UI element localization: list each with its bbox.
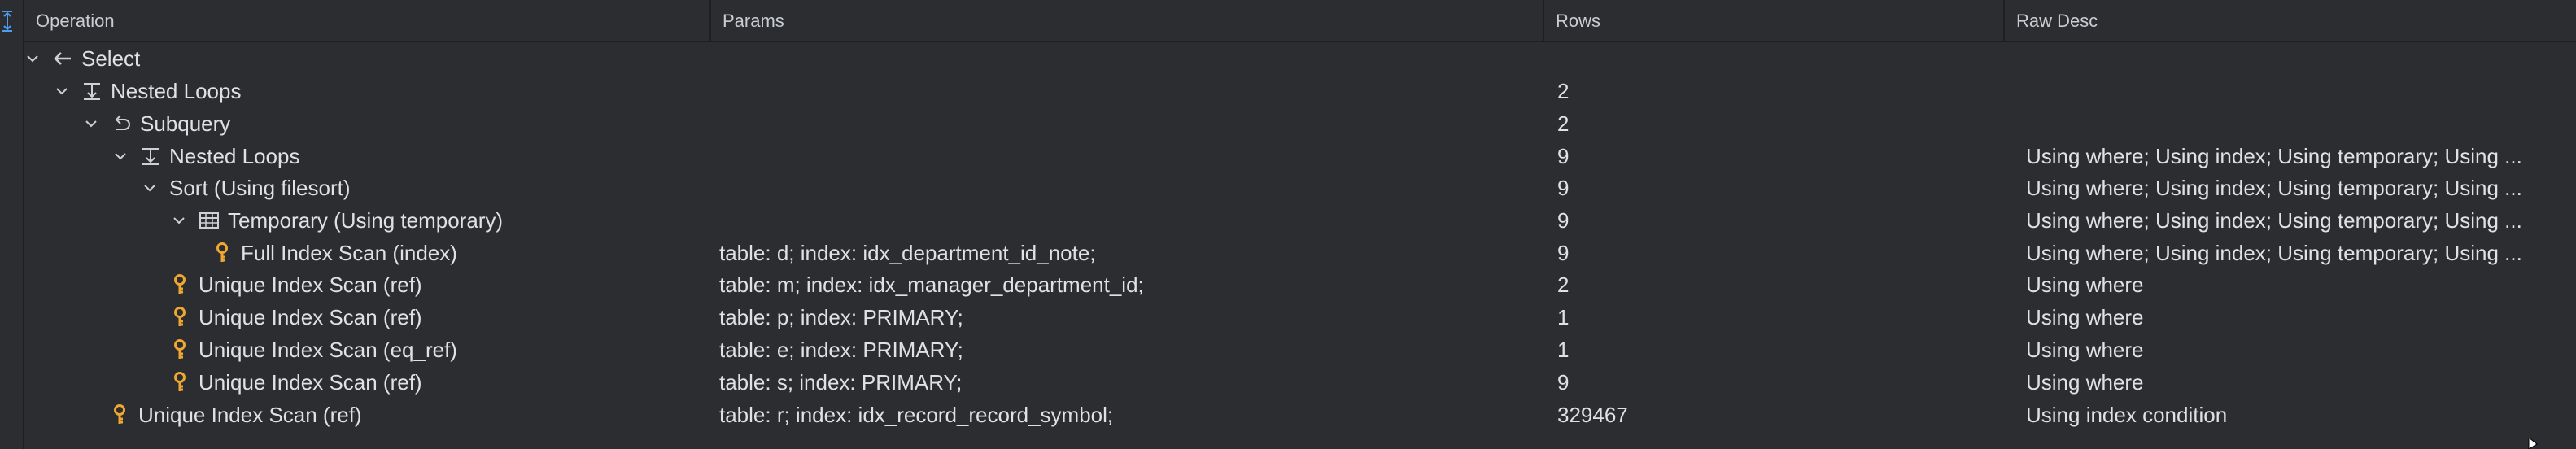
params-cell: table: d; index: idx_department_id_note;: [719, 241, 1096, 265]
operation-cell: Unique Index Scan (ref): [169, 268, 709, 301]
key-icon: [169, 274, 190, 295]
select-arrow-icon: [52, 48, 73, 69]
nested-loops-icon: [81, 81, 103, 102]
rows-cell: 9: [1557, 208, 1570, 233]
plan-row[interactable]: Unique Index Scan (eq_ref) table: e; inde…: [24, 333, 2576, 366]
key-icon: [109, 404, 130, 425]
operation-label: Unique Index Scan (eq_ref): [199, 338, 457, 362]
raw-desc-cell: Using where; Using index; Using temporar…: [2026, 241, 2522, 265]
raw-desc-cell: Using where: [2026, 272, 2144, 297]
plan-row[interactable]: Full Index Scan (index) table: d; index: …: [24, 237, 2576, 269]
chevron-down-icon[interactable]: [112, 148, 129, 164]
operation-label: Nested Loops: [111, 79, 242, 103]
rows-cell: 9: [1557, 144, 1570, 168]
key-icon: [212, 242, 233, 264]
operation-cell: Full Index Scan (index): [212, 237, 709, 269]
rows-cell: 2: [1557, 111, 1570, 136]
chevron-down-icon[interactable]: [24, 50, 41, 67]
expand-icon[interactable]: [0, 8, 15, 34]
plan-row[interactable]: Nested Loops 2: [24, 75, 2576, 107]
raw-desc-cell: [2026, 42, 2576, 75]
nested-loops-icon: [140, 146, 161, 167]
rows-cell: [1557, 42, 2010, 75]
raw-desc-cell: Using where: [2026, 338, 2144, 362]
plan-row[interactable]: Unique Index Scan (ref) table: p; index: …: [24, 301, 2576, 333]
left-toolbar: [0, 0, 24, 449]
plan-row[interactable]: Unique Index Scan (ref) table: r; index: …: [24, 399, 2576, 431]
rows-cell: 2: [1557, 272, 1570, 297]
plan-tree-table: Select Nested Loops 2 Subquery 2 Nested Loops…: [24, 42, 2576, 449]
operation-cell: Nested Loops: [112, 140, 709, 172]
rows-cell: 1: [1557, 305, 1570, 329]
key-icon: [169, 339, 190, 360]
rows-cell: 9: [1557, 176, 1570, 200]
plan-row[interactable]: Nested Loops 9 Using where; Using index; U…: [24, 140, 2576, 172]
raw-desc-cell: Using index condition: [2026, 403, 2228, 427]
rows-cell: 329467: [1557, 403, 1628, 427]
chevron-down-icon[interactable]: [54, 83, 70, 99]
operation-label: Temporary (Using temporary): [228, 208, 504, 233]
plan-row[interactable]: Unique Index Scan (ref) table: s; index: …: [24, 366, 2576, 399]
raw-desc-cell: Using where; Using index; Using temporar…: [2026, 176, 2522, 200]
operation-label: Full Index Scan (index): [241, 241, 457, 265]
raw-desc-cell: Using where: [2026, 370, 2144, 395]
plan-row[interactable]: Sort (Using filesort) 9 Using where; Using…: [24, 172, 2576, 204]
operation-label: Subquery: [140, 111, 231, 136]
operation-label: Select: [81, 46, 141, 71]
rows-cell: 1: [1557, 338, 1570, 362]
plan-row[interactable]: Select: [24, 42, 2576, 75]
rows-cell: 9: [1557, 370, 1570, 395]
chevron-down-icon[interactable]: [171, 212, 187, 229]
raw-desc-cell: Using where; Using index; Using temporar…: [2026, 144, 2522, 168]
mouse-cursor-icon: [2528, 438, 2538, 449]
column-header-raw-desc[interactable]: Raw Desc: [2005, 0, 2574, 41]
operation-label: Unique Index Scan (ref): [199, 305, 422, 329]
params-cell: [719, 42, 1541, 75]
raw-desc-cell: [2026, 107, 2576, 140]
column-header-rows[interactable]: Rows: [1544, 0, 2003, 41]
params-cell: table: m; index: idx_manager_department_…: [719, 272, 1144, 297]
operation-cell: Unique Index Scan (ref): [169, 301, 709, 333]
params-cell: table: s; index: PRIMARY;: [719, 370, 963, 395]
operation-cell: Sort (Using filesort): [142, 172, 709, 204]
plan-row[interactable]: Subquery 2: [24, 107, 2576, 140]
params-cell: [719, 172, 1541, 204]
operation-label: Unique Index Scan (ref): [138, 403, 362, 427]
params-cell: [719, 140, 1541, 172]
params-cell: table: p; index: PRIMARY;: [719, 305, 963, 329]
subquery-icon: [111, 113, 132, 134]
operation-cell: Nested Loops: [54, 75, 709, 107]
operation-cell: Unique Index Scan (ref): [109, 399, 709, 431]
plan-row[interactable]: Temporary (Using temporary) 9 Using where;…: [24, 204, 2576, 237]
operation-label: Unique Index Scan (ref): [199, 272, 422, 297]
operation-cell: Unique Index Scan (ref): [169, 366, 709, 399]
rows-cell: 9: [1557, 241, 1570, 265]
key-icon: [169, 372, 190, 393]
chevron-down-icon[interactable]: [142, 180, 158, 196]
params-cell: table: e; index: PRIMARY;: [719, 338, 963, 362]
query-plan-panel: Operation Params Rows Raw Desc Select Nes…: [0, 0, 2576, 449]
operation-label: Unique Index Scan (ref): [199, 370, 422, 395]
operation-label: Nested Loops: [169, 144, 300, 168]
raw-desc-cell: Using where: [2026, 305, 2144, 329]
operation-cell: Subquery: [83, 107, 709, 140]
operation-cell: Select: [24, 42, 709, 75]
params-cell: [719, 107, 1541, 140]
plan-row[interactable]: Unique Index Scan (ref) table: m; index: …: [24, 268, 2576, 301]
column-header-params[interactable]: Params: [711, 0, 1543, 41]
chevron-down-icon[interactable]: [83, 116, 99, 132]
key-icon: [169, 307, 190, 328]
operation-cell: Temporary (Using temporary): [171, 204, 709, 237]
raw-desc-cell: [2026, 75, 2576, 107]
params-cell: [719, 204, 1541, 237]
table-icon: [199, 210, 220, 231]
params-cell: table: r; index: idx_record_record_symbo…: [719, 403, 1114, 427]
table-header: Operation Params Rows Raw Desc: [24, 0, 2576, 42]
rows-cell: 2: [1557, 79, 1570, 103]
raw-desc-cell: Using where; Using index; Using temporar…: [2026, 208, 2522, 233]
column-header-operation[interactable]: Operation: [24, 0, 709, 41]
operation-cell: Unique Index Scan (eq_ref): [169, 333, 709, 366]
operation-label: Sort (Using filesort): [169, 176, 351, 200]
params-cell: [719, 75, 1541, 107]
